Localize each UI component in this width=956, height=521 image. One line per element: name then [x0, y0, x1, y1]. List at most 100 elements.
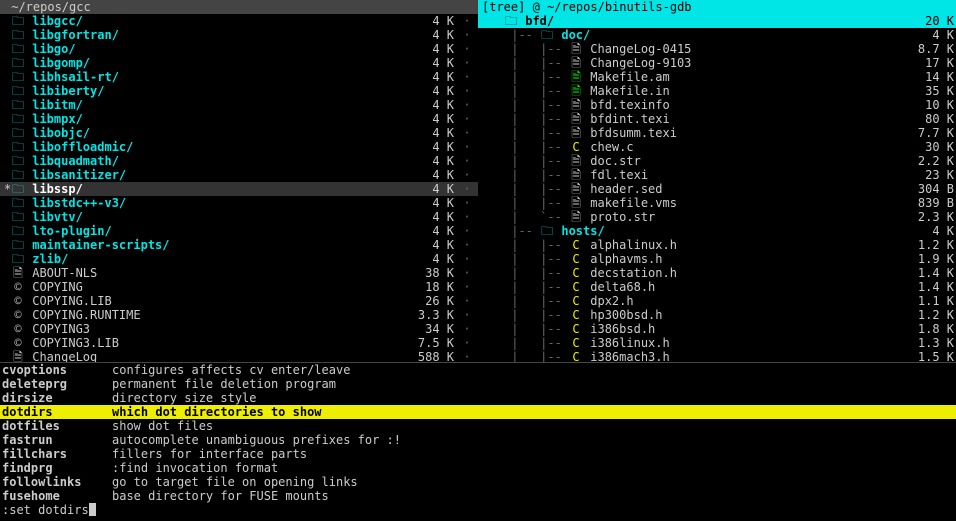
file-row[interactable]: | |-- C chew.c30 K: [478, 140, 956, 154]
file-row[interactable]: | |-- C alphavms.h1.9 K: [478, 252, 956, 266]
file-name: makefile.vms: [583, 196, 896, 210]
tree-branch: |--: [504, 224, 540, 238]
file-row[interactable]: | |-- 🗎 Makefile.in35 K: [478, 84, 956, 98]
license-icon: ©: [11, 336, 25, 350]
file-size: 4 K: [896, 224, 956, 238]
file-row[interactable]: | |-- 🗎 bfdint.texi80 K: [478, 112, 956, 126]
c-file-icon: C: [569, 294, 583, 308]
file-row[interactable]: 🗀 libhsail-rt/4 K ·: [0, 70, 478, 84]
file-row[interactable]: | |-- C alphalinux.h1.2 K: [478, 238, 956, 252]
folder-icon: 🗀: [11, 42, 25, 56]
option-desc: which dot directories to show: [112, 405, 322, 419]
file-row[interactable]: | |-- C i386mach3.h1.5 K: [478, 350, 956, 362]
file-row[interactable]: 🗀 libvtv/4 K ·: [0, 210, 478, 224]
tree-branch: | |--: [504, 308, 569, 322]
file-icon: 🗎: [569, 154, 583, 168]
file-row[interactable]: 🗀 libgo/4 K ·: [0, 42, 478, 56]
file-row[interactable]: © COPYING18 K ·: [0, 280, 478, 294]
file-icon: 🗎: [569, 126, 583, 140]
file-row[interactable]: 🗀 liboffloadmic/4 K ·: [0, 140, 478, 154]
file-size: 588 K: [396, 350, 456, 362]
file-row[interactable]: | |-- C dpx2.h1.1 K: [478, 294, 956, 308]
tree-branch: | `--: [504, 210, 569, 224]
command-text: :set dotdirs: [2, 503, 89, 517]
file-row[interactable]: | |-- 🗎 ChangeLog-04158.7 K: [478, 42, 956, 56]
tag-marker: [4, 224, 11, 238]
left-file-list[interactable]: 🗀 libgcc/4 K · 🗀 libgfortran/4 K · 🗀 lib…: [0, 14, 478, 362]
file-row[interactable]: 🗀 libstdc++-v3/4 K ·: [0, 196, 478, 210]
file-size: 4 K: [396, 238, 456, 252]
file-row[interactable]: | |-- C decstation.h1.4 K: [478, 266, 956, 280]
file-row[interactable]: 🗀 lto-plugin/4 K ·: [0, 224, 478, 238]
file-row[interactable]: | |-- 🗎 ChangeLog-910317 K: [478, 56, 956, 70]
command-line[interactable]: :set dotdirs: [0, 503, 956, 517]
right-pane[interactable]: [tree] @ ~/repos/binutils-gdb 🗀 bfd/20 K…: [478, 0, 956, 362]
option-row[interactable]: dirsizedirectory size style: [0, 391, 956, 405]
option-desc: fillers for interface parts: [112, 447, 307, 461]
option-row[interactable]: findprg:find invocation format: [0, 461, 956, 475]
file-row[interactable]: 🗀 libiberty/4 K ·: [0, 84, 478, 98]
file-row[interactable]: © COPYING.LIB26 K ·: [0, 294, 478, 308]
file-row[interactable]: 🗀 zlib/4 K ·: [0, 252, 478, 266]
file-size: 23 K: [896, 168, 956, 182]
file-row[interactable]: 🗀 libmpx/4 K ·: [0, 112, 478, 126]
tree-branch: | |--: [504, 196, 569, 210]
file-row[interactable]: | |-- C i386linux.h1.3 K: [478, 336, 956, 350]
file-row[interactable]: 🗀 libgomp/4 K ·: [0, 56, 478, 70]
option-row[interactable]: deleteprgpermanent file deletion program: [0, 377, 956, 391]
file-row[interactable]: | |-- C hp300bsd.h1.2 K: [478, 308, 956, 322]
file-name: libmpx/: [25, 112, 396, 126]
file-row[interactable]: 🗎 ABOUT-NLS38 K ·: [0, 266, 478, 280]
file-row[interactable]: *🗀 libssp/4 K ·: [0, 182, 478, 196]
file-row[interactable]: 🗎 ChangeLog588 K ·: [0, 350, 478, 362]
c-file-icon: C: [569, 280, 583, 294]
options-list[interactable]: cvoptionsconfigures affects cv enter/lea…: [0, 362, 956, 503]
file-row[interactable]: | |-- 🗎 bfd.texinfo10 K: [478, 98, 956, 112]
tag-marker: [4, 322, 11, 336]
option-row[interactable]: dotfilesshow dot files: [0, 419, 956, 433]
file-row[interactable]: 🗀 libsanitizer/4 K ·: [0, 168, 478, 182]
file-row[interactable]: 🗀 bfd/20 K: [478, 14, 956, 28]
folder-icon: 🗀: [540, 224, 554, 238]
file-row[interactable]: | |-- 🗎 Makefile.am14 K: [478, 70, 956, 84]
file-icon: 🗎: [11, 350, 25, 362]
option-row[interactable]: followlinksgo to target file on opening …: [0, 475, 956, 489]
file-row[interactable]: | |-- 🗎 makefile.vms839 B: [478, 196, 956, 210]
file-row[interactable]: | |-- 🗎 bfdsumm.texi7.7 K: [478, 126, 956, 140]
option-row[interactable]: fastrunautocomplete unambiguous prefixes…: [0, 433, 956, 447]
file-row[interactable]: | |-- 🗎 doc.str2.2 K: [478, 154, 956, 168]
file-row[interactable]: | |-- C i386bsd.h1.8 K: [478, 322, 956, 336]
left-pane[interactable]: ~/repos/gcc 🗀 libgcc/4 K · 🗀 libgfortran…: [0, 0, 478, 362]
option-row[interactable]: fusehomebase directory for FUSE mounts: [0, 489, 956, 503]
file-name: libitm/: [25, 98, 396, 112]
file-row[interactable]: © COPYING3.LIB7.5 K ·: [0, 336, 478, 350]
folder-icon: 🗀: [11, 98, 25, 112]
file-row[interactable]: 🗀 libquadmath/4 K ·: [0, 154, 478, 168]
file-row[interactable]: © COPYING.RUNTIME3.3 K ·: [0, 308, 478, 322]
file-row[interactable]: |-- 🗀 hosts/4 K: [478, 224, 956, 238]
file-row[interactable]: 🗀 libgcc/4 K ·: [0, 14, 478, 28]
tree-branch: | |--: [504, 126, 569, 140]
pane-divider-dot: ·: [456, 322, 478, 336]
file-icon: 🗎: [569, 196, 583, 210]
file-row[interactable]: | `-- 🗎 proto.str2.3 K: [478, 210, 956, 224]
file-row[interactable]: 🗀 libgfortran/4 K ·: [0, 28, 478, 42]
option-row[interactable]: fillcharsfillers for interface parts: [0, 447, 956, 461]
right-file-list[interactable]: 🗀 bfd/20 K |-- 🗀 doc/4 K | |-- 🗎 ChangeL…: [478, 14, 956, 362]
pane-divider-dot: ·: [456, 126, 478, 140]
tag-marker: [4, 140, 11, 154]
folder-icon: 🗀: [540, 28, 554, 42]
makefile-icon: 🗎: [569, 70, 583, 84]
option-row[interactable]: cvoptionsconfigures affects cv enter/lea…: [0, 363, 956, 377]
file-row[interactable]: 🗀 libobjc/4 K ·: [0, 126, 478, 140]
file-row[interactable]: 🗀 maintainer-scripts/4 K ·: [0, 238, 478, 252]
file-row[interactable]: | |-- C delta68.h1.4 K: [478, 280, 956, 294]
option-row[interactable]: dotdirswhich dot directories to show: [0, 405, 956, 419]
file-row[interactable]: |-- 🗀 doc/4 K: [478, 28, 956, 42]
file-row[interactable]: 🗀 libitm/4 K ·: [0, 98, 478, 112]
file-size: 4 K: [896, 28, 956, 42]
file-row[interactable]: | |-- 🗎 fdl.texi23 K: [478, 168, 956, 182]
option-key: fastrun: [2, 433, 112, 447]
file-row[interactable]: | |-- 🗎 header.sed304 B: [478, 182, 956, 196]
file-row[interactable]: © COPYING334 K ·: [0, 322, 478, 336]
